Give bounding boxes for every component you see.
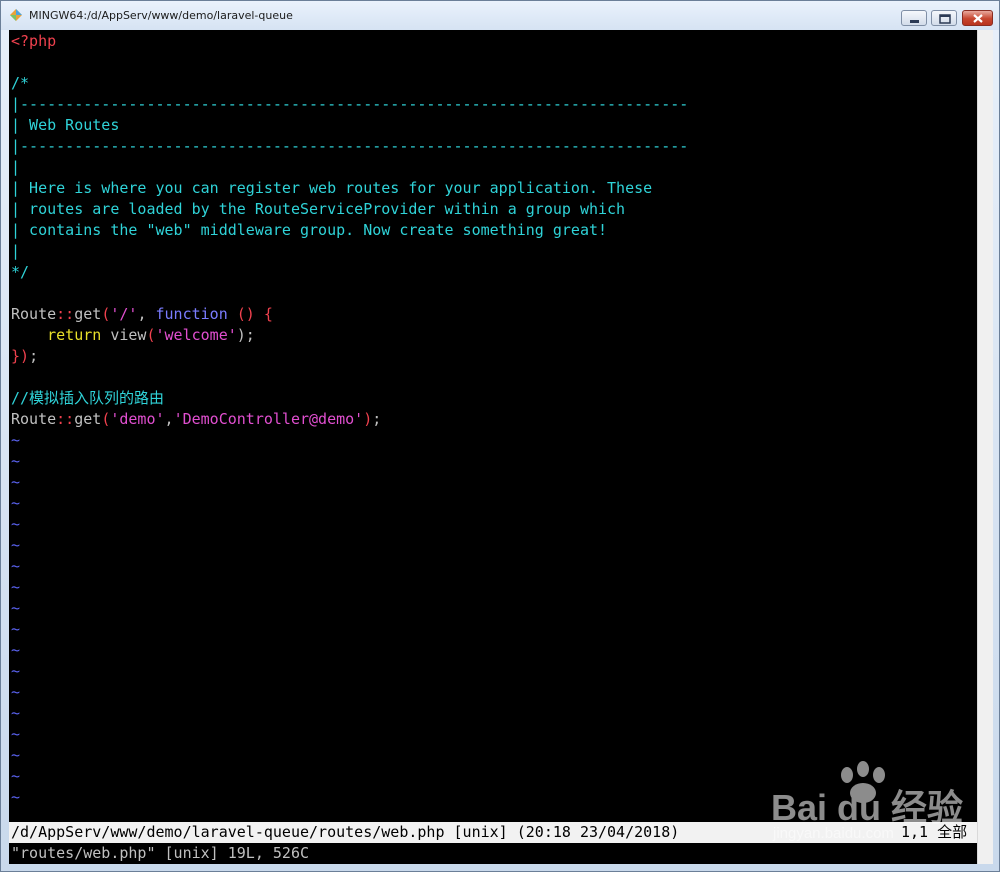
code-token: ; [372, 410, 382, 428]
code-token: |---------------------------------------… [11, 137, 689, 155]
tilde-marker: ~ [11, 641, 21, 659]
vim-message-line: "routes/web.php" [unix] 19L, 526C [11, 844, 310, 862]
maximize-icon [939, 14, 951, 24]
code-line[interactable]: <?php [11, 31, 56, 52]
code-line[interactable]: /* [11, 73, 29, 94]
code-token: |---------------------------------------… [11, 95, 689, 113]
code-token: | [11, 242, 21, 260]
code-token: 'welcome' [155, 326, 237, 344]
code-token: get [74, 410, 102, 428]
vim-status-bar: /d/AppServ/www/demo/laravel-queue/routes… [9, 822, 977, 843]
code-token: Route [11, 305, 57, 323]
tilde-marker: ~ [11, 599, 21, 617]
status-file-info: /d/AppServ/www/demo/laravel-queue/routes… [11, 823, 680, 841]
tilde-marker: ~ [11, 557, 21, 575]
status-cursor-position: 1,1 全部 [901, 823, 968, 841]
code-line[interactable]: return view('welcome'); [11, 325, 255, 346]
tilde-marker: ~ [11, 725, 21, 743]
tilde-marker: ~ [11, 620, 21, 638]
code-line[interactable]: | routes are loaded by the RouteServiceP… [11, 199, 625, 220]
tilde-marker: ~ [11, 473, 21, 491]
code-token: | [11, 158, 21, 176]
maximize-button[interactable] [931, 10, 957, 26]
code-token: ( [101, 305, 111, 323]
code-line[interactable]: | [11, 157, 20, 178]
code-token: ; [29, 347, 39, 365]
code-line[interactable]: Route::get('/', function () { [11, 304, 273, 325]
code-line[interactable]: Route::get('demo','DemoController@demo')… [11, 409, 381, 430]
code-token: , [164, 410, 174, 428]
tilde-marker: ~ [11, 704, 21, 722]
tilde-marker: ~ [11, 662, 21, 680]
code-token: */ [11, 263, 30, 281]
close-button[interactable] [962, 10, 993, 26]
code-token: //模拟插入队列的路由 [11, 389, 165, 407]
code-token: () { [227, 305, 273, 323]
terminal-window: MINGW64:/d/AppServ/www/demo/laravel-queu… [0, 0, 1000, 872]
tilde-marker: ~ [11, 536, 21, 554]
mingw-app-icon [10, 9, 22, 21]
code-token: ); [236, 326, 255, 344]
code-token: | contains the "web" middleware group. N… [11, 221, 608, 239]
code-token: Route [11, 410, 57, 428]
code-token: view [101, 326, 147, 344]
code-token: <?php [11, 32, 57, 50]
code-token: get [74, 305, 102, 323]
code-token: /* [11, 74, 30, 92]
code-token: 'DemoController@demo' [173, 410, 364, 428]
vertical-scrollbar[interactable] [977, 30, 993, 864]
code-token: }) [11, 347, 30, 365]
code-token: ( [101, 410, 111, 428]
tilde-marker: ~ [11, 788, 21, 806]
window-title: MINGW64:/d/AppServ/www/demo/laravel-queu… [29, 9, 293, 22]
title-bar[interactable]: MINGW64:/d/AppServ/www/demo/laravel-queu… [1, 1, 999, 30]
code-token: | Web Routes [11, 116, 120, 134]
code-token: | Here is where you can register web rou… [11, 179, 653, 197]
code-line[interactable]: }); [11, 346, 38, 367]
minimize-icon [910, 20, 919, 23]
tilde-marker: ~ [11, 746, 21, 764]
minimize-button[interactable] [901, 10, 927, 26]
close-icon [973, 14, 983, 23]
code-line[interactable]: |---------------------------------------… [11, 94, 688, 115]
code-token: :: [56, 410, 75, 428]
code-token: , [137, 305, 156, 323]
code-line[interactable]: | contains the "web" middleware group. N… [11, 220, 607, 241]
code-line[interactable]: | Here is where you can register web rou… [11, 178, 652, 199]
tilde-marker: ~ [11, 431, 21, 449]
code-line[interactable]: | Web Routes [11, 115, 119, 136]
tilde-marker: ~ [11, 683, 21, 701]
code-line[interactable]: //模拟插入队列的路由 [11, 388, 164, 409]
tilde-marker: ~ [11, 494, 21, 512]
code-token: function [155, 305, 228, 323]
terminal-content[interactable]: <?php /* |--------------------------------… [9, 30, 977, 864]
code-token: ( [146, 326, 156, 344]
tilde-marker: ~ [11, 515, 21, 533]
tilde-marker: ~ [11, 578, 21, 596]
code-line[interactable]: */ [11, 262, 29, 283]
code-line[interactable]: |---------------------------------------… [11, 136, 688, 157]
code-token: '/' [110, 305, 138, 323]
tilde-marker: ~ [11, 452, 21, 470]
code-line[interactable]: | [11, 241, 20, 262]
code-token: | routes are loaded by the RouteServiceP… [11, 200, 626, 218]
code-token: return [47, 326, 102, 344]
code-token: 'demo' [110, 410, 165, 428]
tilde-marker: ~ [11, 767, 21, 785]
code-token: :: [56, 305, 75, 323]
code-token: ) [363, 410, 373, 428]
